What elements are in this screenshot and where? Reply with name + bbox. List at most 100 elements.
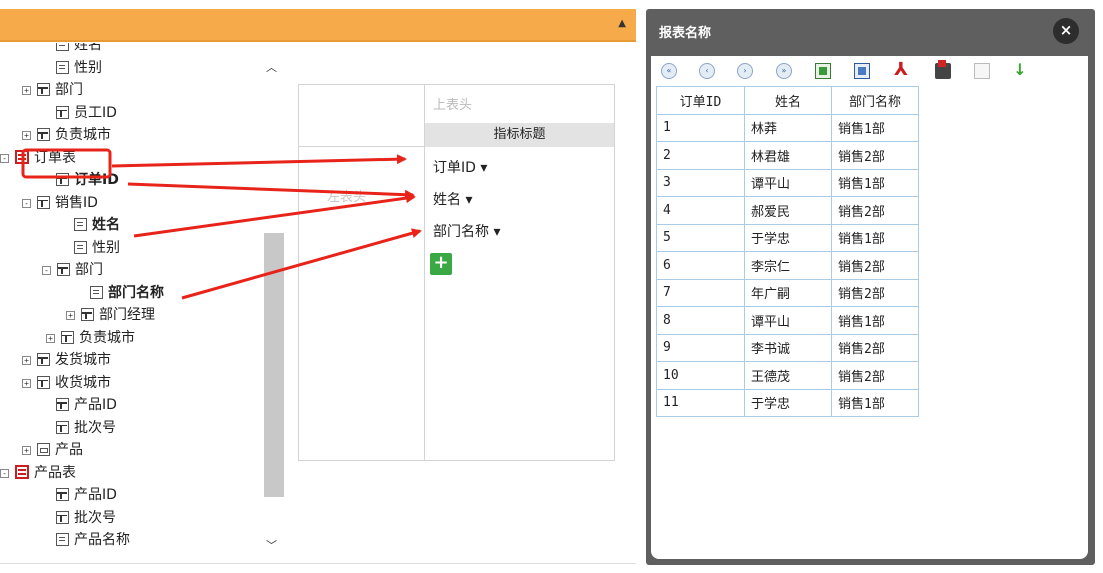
field-icon (74, 240, 87, 254)
dim-icon (56, 173, 69, 186)
table-icon (15, 149, 29, 164)
tree-item[interactable]: 部门名称 (90, 282, 164, 304)
tree-item-label: 部门名称 (108, 284, 164, 301)
table-cell: 7 (656, 278, 745, 307)
excel-icon[interactable] (815, 63, 831, 79)
prev-page-icon[interactable]: ‹ (699, 63, 715, 79)
dim-icon (56, 420, 69, 434)
tree-item[interactable]: + 发货城市 (22, 349, 111, 371)
box-icon (37, 443, 50, 456)
tree-item-label: 性别 (74, 59, 102, 76)
table-cell: 销售2部 (831, 278, 919, 307)
report-designer-grid: 上表头 指标标题 左表头 订单ID ▾ 姓名 ▾ 部门名称 ▾ + (298, 84, 615, 461)
expand-icon[interactable]: + (66, 311, 75, 320)
table-cell: 销售1部 (831, 223, 919, 252)
tree-item[interactable]: 性别 (74, 237, 120, 259)
table-cell: 于学忠 (744, 223, 832, 252)
table-cell: 谭平山 (744, 168, 832, 197)
tree-item[interactable]: 员工ID (56, 102, 117, 124)
expand-icon[interactable]: + (22, 356, 31, 365)
slot-name[interactable]: 姓名 ▾ (433, 189, 472, 209)
word-icon[interactable] (854, 63, 870, 79)
scroll-up-icon[interactable]: ︿ (266, 59, 277, 75)
top-header-label: 上表头 (433, 98, 473, 113)
tree-item[interactable]: + 部门经理 (66, 304, 155, 326)
print-icon[interactable] (935, 60, 951, 79)
expand-icon[interactable]: + (22, 378, 31, 388)
indicator-title[interactable]: 指标标题 (425, 123, 614, 147)
tree-item[interactable]: 产品ID (56, 484, 117, 506)
tree-item[interactable]: 姓名 (56, 43, 102, 56)
field-icon (56, 533, 69, 546)
expand-icon[interactable]: + (22, 131, 31, 140)
tree-item[interactable]: 性别 (56, 57, 102, 79)
tree-item[interactable]: - 订单表 (0, 147, 76, 169)
table-cell: 5 (656, 223, 745, 252)
tree-item[interactable]: 产品名称 (56, 529, 130, 551)
collapse-icon[interactable]: - (0, 153, 9, 163)
dim-icon (37, 353, 50, 366)
tree-item-label: 员工ID (74, 104, 117, 121)
tree-item[interactable]: - 销售ID (22, 192, 98, 214)
field-icon (56, 60, 69, 74)
tree-item[interactable]: 姓名 (74, 214, 120, 236)
table-row: 1 林莽 销售1部 (656, 113, 919, 142)
field-icon (90, 285, 103, 299)
tree-scrollbar[interactable]: ︿ ﹀ (262, 57, 284, 557)
tree-item-label: 产品 (55, 442, 83, 458)
tree-item-label: 订单表 (34, 149, 76, 166)
tree-item[interactable]: 订单ID (56, 169, 119, 191)
expand-icon[interactable]: + (22, 86, 31, 95)
tree-item[interactable]: + 产品 (22, 439, 83, 461)
table-cell: 6 (656, 251, 745, 280)
last-page-icon[interactable]: » (776, 63, 792, 79)
table-cell: 2 (656, 141, 745, 170)
download-icon[interactable]: ↓ (1012, 62, 1028, 79)
dim-icon (37, 128, 50, 141)
tree-item[interactable]: + 负责城市 (46, 327, 135, 349)
tree-item-label: 负责城市 (55, 127, 111, 143)
table-cell: 3 (656, 168, 745, 197)
table-cell: 王德茂 (744, 361, 832, 390)
table-cell: 于学忠 (744, 388, 832, 417)
table-row: 11 于学忠 销售1部 (656, 388, 919, 417)
collapse-icon[interactable]: - (0, 468, 9, 478)
slot-order-id[interactable]: 订单ID ▾ (433, 157, 487, 177)
tree-item-label: 性别 (92, 239, 120, 256)
tree-item[interactable]: - 产品表 (0, 462, 76, 484)
slot-dept-name[interactable]: 部门名称 ▾ (433, 221, 500, 241)
report-toolbar: « ‹ › » ⅄ ↓ (659, 60, 1079, 83)
expand-icon[interactable]: + (22, 446, 31, 455)
add-field-button[interactable]: + (430, 253, 452, 275)
first-page-icon[interactable]: « (661, 63, 677, 79)
table-header-row: 订单ID 姓名 部门名称 (656, 86, 919, 115)
dim-icon (56, 488, 69, 501)
expand-icon[interactable]: + (46, 333, 55, 343)
next-page-icon[interactable]: › (737, 63, 753, 79)
tree-item-label: 收货城市 (55, 374, 111, 391)
tree-item[interactable]: 批次号 (56, 417, 116, 439)
collapse-up-icon[interactable]: ▲ (618, 18, 626, 29)
tree-item-label: 姓名 (92, 217, 120, 233)
document-icon[interactable] (974, 63, 990, 79)
report-preview-window: 报表名称 × « ‹ › » ⅄ ↓ 订单ID 姓名 部门名称 1 林莽 销售1… (646, 9, 1095, 565)
tree-item[interactable]: 批次号 (56, 507, 116, 529)
table-cell: 郝爱民 (744, 196, 832, 225)
tree-item[interactable]: 产品ID (56, 394, 117, 416)
scroll-down-icon[interactable]: ﹀ (266, 537, 277, 553)
table-cell: 销售2部 (831, 333, 919, 362)
tree-item-label: 产品ID (74, 397, 117, 413)
tree-item[interactable]: - 部门 (42, 259, 103, 281)
table-cell: 1 (656, 113, 745, 142)
collapse-icon[interactable]: - (22, 198, 31, 208)
scroll-thumb[interactable] (264, 233, 284, 497)
stage: ▲ 姓名 性别 + 部门 员工ID + 负责城市 - 订单表 订单ID - 销售ID 姓名 性别 - 部门 部门… (0, 0, 1103, 573)
tree-item[interactable]: + 收货城市 (22, 372, 111, 394)
tree-item[interactable]: + 部门 (22, 79, 83, 101)
tree-item[interactable]: + 负责城市 (22, 124, 111, 146)
close-button[interactable]: × (1053, 18, 1079, 44)
dim-icon (61, 330, 74, 344)
collapse-icon[interactable]: - (42, 266, 51, 275)
table-cell: 李宗仁 (744, 251, 832, 280)
pdf-icon[interactable]: ⅄ (893, 61, 909, 79)
